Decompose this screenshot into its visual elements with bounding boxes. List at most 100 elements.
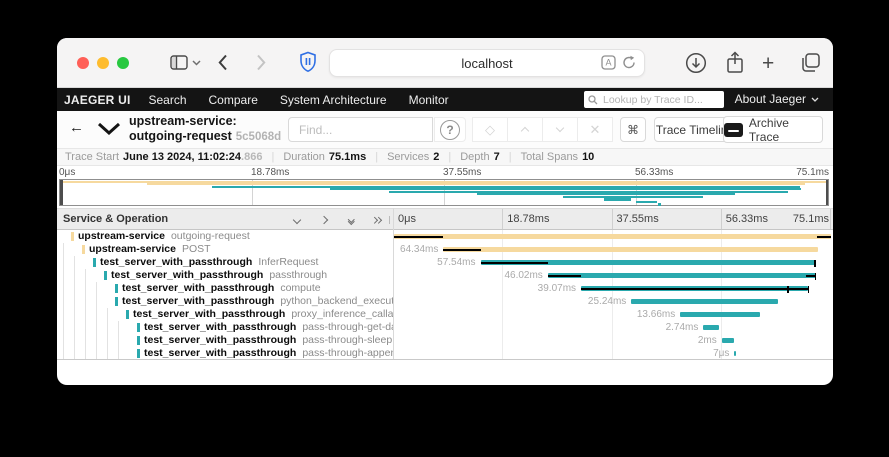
- forward-icon[interactable]: [256, 54, 266, 71]
- span-row[interactable]: test_server_with_passthroughpass-through…: [57, 321, 833, 334]
- span-timeline-cell[interactable]: 2.74ms: [394, 321, 831, 334]
- span-bar[interactable]: [548, 273, 816, 278]
- span-operation-name: python_backend_execute: [280, 295, 393, 307]
- address-bar[interactable]: localhost A: [329, 49, 645, 77]
- span-row[interactable]: test_server_with_passthroughproxy_infere…: [57, 308, 833, 321]
- span-timeline-cell[interactable]: 46.02ms: [394, 269, 831, 282]
- indent-guide: [96, 282, 97, 295]
- span-row[interactable]: test_server_with_passthroughInferRequest…: [57, 256, 833, 269]
- span-name-cell[interactable]: test_server_with_passthroughpass-through…: [57, 334, 393, 347]
- duration-value: 75.1ms: [329, 151, 366, 163]
- reload-icon[interactable]: [622, 55, 636, 70]
- find-help-button[interactable]: ?: [434, 117, 466, 142]
- span-timeline-cell[interactable]: 13.66ms: [394, 308, 831, 321]
- span-bar[interactable]: [703, 325, 719, 330]
- span-collapse-icon[interactable]: [104, 299, 109, 308]
- nav-item-system-architecture[interactable]: System Architecture: [280, 93, 387, 107]
- span-name-cell[interactable]: test_server_with_passthroughcompute: [57, 282, 393, 295]
- new-tab-icon[interactable]: +: [762, 52, 774, 76]
- minimap-canvas[interactable]: [59, 179, 829, 206]
- minimap-tick-label: 18.78ms: [251, 167, 289, 178]
- chevron-down-icon[interactable]: [192, 60, 201, 66]
- span-row[interactable]: upstream-servicePOST 64.34ms: [57, 243, 833, 256]
- span-service-name: test_server_with_passthroughpass-through…: [144, 321, 393, 334]
- span-duration-label: 64.34ms: [400, 244, 438, 255]
- span-bar[interactable]: [394, 234, 831, 239]
- about-jaeger-menu[interactable]: About Jaeger: [735, 92, 819, 106]
- span-name-cell[interactable]: test_server_with_passthroughpython_backe…: [57, 295, 393, 308]
- jaeger-logo[interactable]: JAEGER UI: [64, 93, 130, 107]
- trace-lookup-box[interactable]: [584, 91, 724, 108]
- minimap-right-handle[interactable]: [826, 180, 829, 205]
- maximize-window-button[interactable]: [117, 57, 129, 69]
- minimap-left-handle[interactable]: [60, 180, 63, 205]
- close-window-button[interactable]: [77, 57, 89, 69]
- collapse-one-icon[interactable]: [316, 214, 332, 226]
- focus-span-button[interactable]: ◇: [472, 117, 508, 142]
- span-collapse-icon[interactable]: [93, 273, 98, 282]
- span-service-name: test_server_with_passthroughpass-through…: [144, 334, 392, 347]
- next-result-button[interactable]: [542, 117, 578, 142]
- span-row[interactable]: test_server_with_passthroughcompute39.07…: [57, 282, 833, 295]
- prev-result-button[interactable]: [507, 117, 543, 142]
- span-timeline-cell[interactable]: 64.34ms: [394, 243, 831, 256]
- span-timeline-cell[interactable]: 57.54ms: [394, 256, 831, 269]
- span-row[interactable]: test_server_with_passthroughpassthrough4…: [57, 269, 833, 282]
- collapse-header-icon[interactable]: [97, 122, 121, 135]
- duration-label: Duration: [283, 151, 325, 163]
- span-bar[interactable]: [722, 338, 734, 343]
- archive-trace-button[interactable]: Archive Trace: [723, 116, 823, 143]
- minimize-window-button[interactable]: [97, 57, 109, 69]
- span-collapse-icon[interactable]: [82, 260, 87, 269]
- span-bar[interactable]: [631, 299, 778, 304]
- expand-one-icon[interactable]: [368, 214, 384, 226]
- span-name-cell[interactable]: upstream-servicePOST: [57, 243, 393, 256]
- span-row[interactable]: upstream-serviceoutgoing-request: [57, 230, 833, 243]
- span-timeline-cell[interactable]: 39.07ms: [394, 282, 831, 295]
- indent-guide: [74, 256, 75, 269]
- timeline-tick-label: 0μs: [398, 213, 416, 225]
- nav-item-search[interactable]: Search: [148, 93, 186, 107]
- minimap-span-bar: [636, 201, 657, 203]
- span-name-cell[interactable]: test_server_with_passthroughpassthrough: [57, 269, 393, 282]
- span-color-chip: [93, 258, 96, 267]
- privacy-shield-icon[interactable]: [299, 51, 317, 73]
- nav-item-compare[interactable]: Compare: [209, 93, 258, 107]
- panel-divider[interactable]: [393, 208, 394, 359]
- back-to-search-icon[interactable]: ←: [69, 119, 84, 136]
- span-bar[interactable]: [734, 351, 736, 356]
- sidebar-icon[interactable]: [170, 55, 188, 70]
- span-name-cell[interactable]: test_server_with_passthroughInferRequest: [57, 256, 393, 269]
- keyboard-shortcut-button[interactable]: ⌘: [620, 117, 646, 142]
- translate-icon[interactable]: A: [601, 55, 616, 70]
- span-row[interactable]: test_server_with_passthroughpython_backe…: [57, 295, 833, 308]
- span-timeline-cell[interactable]: [394, 230, 831, 243]
- span-timeline-cell[interactable]: 2ms: [394, 334, 831, 347]
- expand-all-icon[interactable]: [343, 214, 359, 226]
- collapse-all-icon[interactable]: [289, 214, 305, 226]
- span-row[interactable]: test_server_with_passthroughpass-through…: [57, 334, 833, 347]
- span-name-cell[interactable]: test_server_with_passthroughpass-through…: [57, 321, 393, 334]
- back-icon[interactable]: [218, 54, 228, 71]
- span-duration-label: 7μs: [713, 348, 729, 359]
- downloads-icon[interactable]: [685, 52, 707, 74]
- span-bar[interactable]: [443, 247, 818, 252]
- trace-lookup-input[interactable]: [601, 93, 719, 107]
- nav-item-monitor[interactable]: Monitor: [409, 93, 449, 107]
- span-bar[interactable]: [680, 312, 760, 317]
- span-row[interactable]: test_server_with_passthroughpass-through…: [57, 347, 833, 359]
- tab-overview-icon[interactable]: [800, 52, 821, 73]
- span-name-cell[interactable]: upstream-serviceoutgoing-request: [57, 230, 393, 243]
- span-collapse-icon[interactable]: [115, 312, 120, 321]
- clear-search-button[interactable]: ✕: [577, 117, 613, 142]
- find-box[interactable]: [288, 117, 433, 142]
- span-name-cell[interactable]: test_server_with_passthroughproxy_infere…: [57, 308, 393, 321]
- span-name-cell[interactable]: test_server_with_passthroughpass-through…: [57, 347, 393, 359]
- share-icon[interactable]: [726, 51, 744, 74]
- span-collapse-icon[interactable]: [71, 247, 76, 256]
- span-timeline-cell[interactable]: 25.24ms: [394, 295, 831, 308]
- span-timeline-cell[interactable]: 7μs: [394, 347, 831, 359]
- find-input[interactable]: [297, 118, 424, 141]
- span-collapse-icon[interactable]: [60, 234, 65, 243]
- critical-path-segment: [443, 249, 480, 251]
